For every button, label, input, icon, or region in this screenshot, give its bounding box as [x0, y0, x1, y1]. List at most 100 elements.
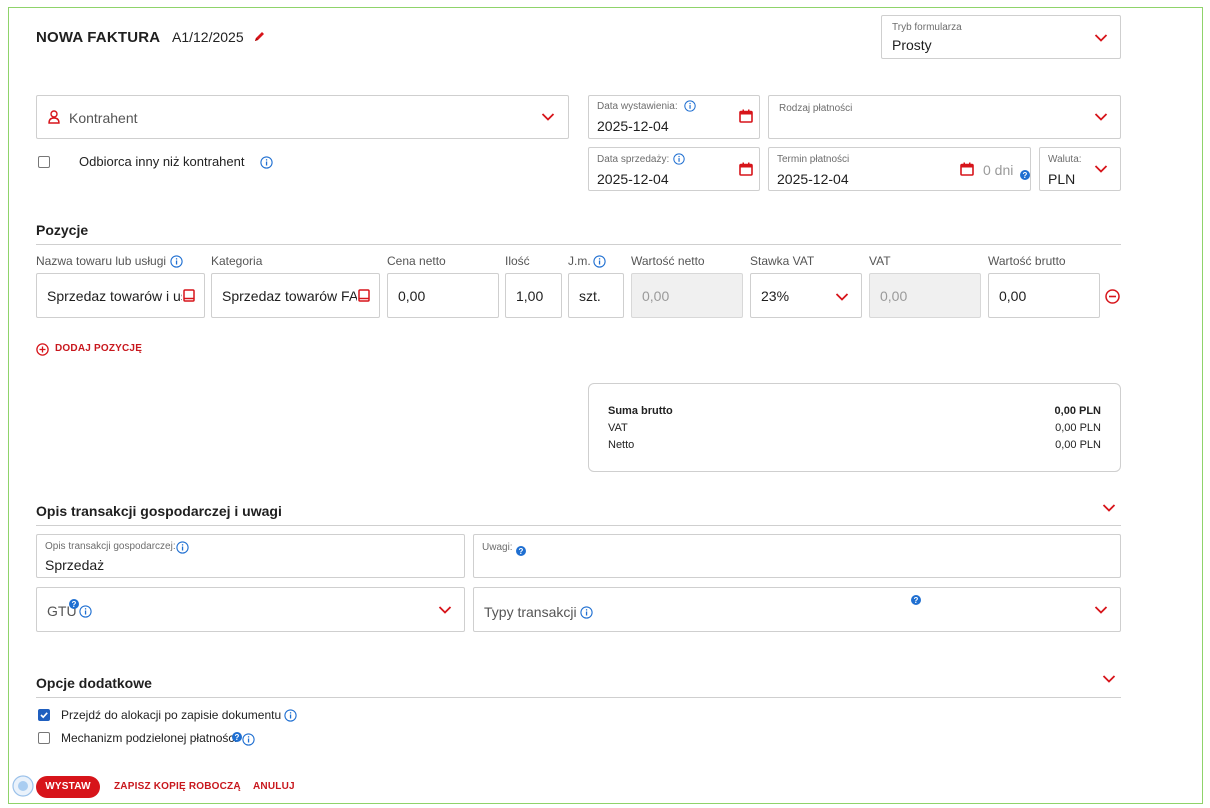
gross-value-value: 0,00	[999, 288, 1027, 304]
net-value-value: 0,00	[642, 288, 670, 304]
unit-value: szt.	[579, 288, 601, 304]
save-draft-button[interactable]: ZAPISZ KOPIĘ ROBOCZĄ	[114, 781, 241, 792]
summary-gross-row: Suma brutto 0,00 PLN	[608, 405, 1101, 417]
info-icon[interactable]	[673, 153, 685, 168]
info-icon[interactable]	[170, 255, 183, 271]
summary-net-row: Netto 0,00 PLN	[608, 439, 1101, 451]
gtu-select[interactable]: GTU ?	[36, 587, 465, 632]
form-mode-value: Prosty	[892, 37, 932, 53]
col-header-net-value: Wartość netto	[631, 254, 705, 268]
contractor-placeholder: Kontrahent	[69, 110, 138, 126]
transaction-description-field[interactable]: Opis transakcji gospodarczej: Sprzedaż	[36, 534, 465, 578]
due-date-field[interactable]: Termin płatności 2025-12-04 0 dni ?	[768, 147, 1031, 191]
calendar-icon[interactable]	[960, 162, 974, 179]
options-section-title: Opcje dodatkowe	[36, 675, 152, 691]
svg-text:?: ?	[519, 547, 524, 556]
plus-circle-icon	[36, 343, 49, 359]
help-icon[interactable]: ?	[911, 593, 921, 608]
summary-net-value: 0,00 PLN	[1055, 439, 1101, 451]
info-icon[interactable]	[593, 255, 606, 271]
contractor-select[interactable]: Kontrahent	[36, 95, 569, 139]
gross-value-input[interactable]: 0,00	[988, 273, 1100, 318]
currency-label: Waluta:	[1048, 154, 1082, 165]
info-icon[interactable]	[260, 156, 273, 172]
summary-vat-row: VAT 0,00 PLN	[608, 422, 1101, 434]
net-value-field: 0,00	[631, 273, 743, 318]
allocation-checkbox[interactable]	[38, 709, 50, 721]
chevron-down-icon	[541, 112, 555, 122]
info-icon[interactable]	[176, 541, 189, 557]
vat-field: 0,00	[869, 273, 981, 318]
quantity-value: 1,00	[516, 288, 544, 304]
svg-text:?: ?	[1023, 171, 1028, 180]
issue-date-field[interactable]: Data wystawienia: 2025-12-04	[588, 95, 760, 139]
col-header-gross-value: Wartość brutto	[988, 254, 1066, 268]
divider	[36, 244, 1121, 245]
issue-button[interactable]: WYSTAW	[36, 776, 100, 798]
info-icon[interactable]	[580, 606, 593, 622]
due-date-label: Termin płatności	[777, 154, 850, 165]
add-position-label: DODAJ POZYCJĘ	[55, 343, 143, 354]
cancel-button[interactable]: ANULUJ	[253, 781, 295, 792]
help-icon[interactable]: ?	[232, 730, 242, 745]
allocation-label: Przejdź do alokacji po zapisie dokumentu	[61, 708, 282, 722]
chevron-down-icon	[1094, 605, 1108, 615]
col-header-vat: VAT	[869, 254, 891, 268]
net-price-value: 0,00	[398, 288, 426, 304]
unit-input[interactable]: szt.	[568, 273, 624, 318]
chevron-down-icon[interactable]	[1102, 674, 1116, 684]
edit-pencil-icon[interactable]	[253, 30, 266, 46]
info-icon[interactable]	[284, 709, 297, 725]
recipient-other-checkbox[interactable]	[38, 156, 50, 168]
item-name-input[interactable]: Sprzedaz towarów i us	[36, 273, 205, 318]
transaction-description-value: Sprzedaż	[45, 557, 105, 573]
issue-date-value: 2025-12-04	[597, 118, 669, 134]
help-icon[interactable]: ?	[516, 544, 526, 559]
notes-field[interactable]: Uwagi: ?	[473, 534, 1121, 578]
svg-text:?: ?	[235, 733, 240, 742]
split-payment-checkbox[interactable]	[38, 732, 50, 744]
vat-rate-value: 23%	[761, 288, 790, 304]
col-header-quantity: Ilość	[505, 254, 530, 268]
quantity-input[interactable]: 1,00	[505, 273, 562, 318]
item-name-value: Sprzedaz towarów i us	[47, 288, 182, 304]
remove-row-icon[interactable]	[1105, 289, 1120, 307]
transaction-types-select[interactable]: Typy transakcji ?	[473, 587, 1121, 632]
form-mode-select[interactable]: Tryb formularza Prosty	[881, 15, 1121, 59]
chevron-down-icon[interactable]	[1102, 503, 1116, 513]
calendar-icon[interactable]	[739, 109, 753, 126]
currency-select[interactable]: Waluta: PLN	[1039, 147, 1121, 191]
category-input[interactable]: Sprzedaz towarów FAK	[211, 273, 380, 318]
col-header-net-price: Cena netto	[387, 254, 446, 268]
split-payment-label: Mechanizm podzielonej płatności	[61, 731, 238, 745]
due-days-value: 0 dni	[983, 162, 1014, 178]
issue-date-label: Data wystawienia:	[597, 101, 678, 112]
book-icon[interactable]	[183, 289, 195, 305]
info-icon[interactable]	[242, 733, 255, 749]
summary-gross-label: Suma brutto	[608, 405, 673, 417]
chevron-down-icon	[438, 605, 452, 615]
svg-text:?: ?	[72, 600, 77, 609]
net-price-input[interactable]: 0,00	[387, 273, 499, 318]
sale-date-field[interactable]: Data sprzedaży: 2025-12-04	[588, 147, 760, 191]
chevron-down-icon	[835, 292, 849, 302]
info-icon[interactable]	[79, 605, 92, 621]
payment-type-select[interactable]: Rodzaj płatności	[768, 95, 1121, 139]
description-section-title: Opis transakcji gospodarczej i uwagi	[36, 503, 282, 519]
book-icon[interactable]	[358, 289, 370, 305]
person-icon	[48, 110, 60, 127]
vat-rate-select[interactable]: 23%	[750, 273, 862, 318]
chevron-down-icon	[1094, 164, 1108, 174]
transaction-description-label: Opis transakcji gospodarczej:	[45, 541, 176, 552]
sale-date-value: 2025-12-04	[597, 171, 669, 187]
info-icon[interactable]	[684, 100, 696, 115]
summary-net-label: Netto	[608, 439, 635, 451]
calendar-icon[interactable]	[739, 162, 753, 179]
document-number: A1/12/2025	[172, 29, 244, 45]
help-icon[interactable]: ?	[69, 597, 79, 612]
vat-value: 0,00	[880, 288, 908, 304]
summary-gross-value: 0,00 PLN	[1054, 405, 1101, 417]
positions-section-title: Pozycje	[36, 222, 89, 238]
col-header-category: Kategoria	[211, 254, 263, 268]
help-icon[interactable]: ?	[1020, 168, 1030, 183]
